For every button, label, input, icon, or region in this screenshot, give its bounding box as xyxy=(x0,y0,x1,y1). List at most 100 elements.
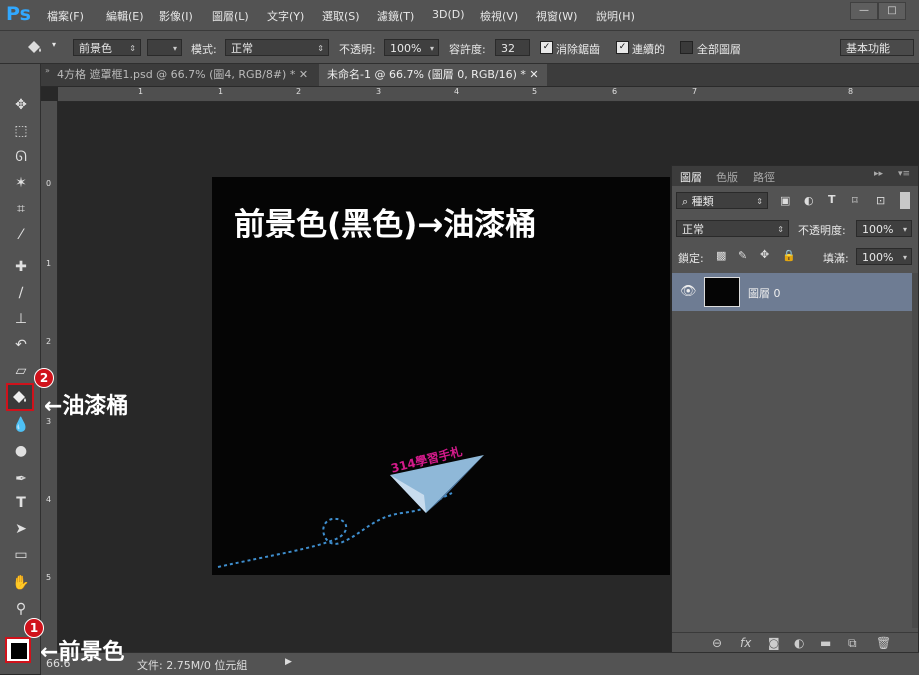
filter-shape-icon[interactable]: ⌑ xyxy=(852,194,858,207)
mode-dropdown[interactable]: 正常 ⇕ xyxy=(225,39,329,56)
shape-tool-icon[interactable]: ▭ xyxy=(10,544,32,566)
paint-bucket-tool-icon[interactable] xyxy=(6,383,34,411)
blend-mode-dropdown[interactable]: 正常 ⇕ xyxy=(676,220,789,237)
crop-tool-icon[interactable]: ⌗ xyxy=(10,198,32,220)
filter-smart-object-icon[interactable]: ⊡ xyxy=(876,194,885,207)
brush-tool-icon[interactable]: ∕ xyxy=(10,282,32,304)
workspace-button[interactable]: 基本功能 xyxy=(840,39,914,56)
lock-image-icon[interactable]: ✎ xyxy=(738,249,747,262)
path-selection-tool-icon[interactable]: ➤ xyxy=(10,518,32,540)
eyedropper-tool-icon[interactable]: ⁄ xyxy=(10,224,32,246)
hand-tool-icon[interactable]: ✋ xyxy=(10,572,32,594)
tab-document-2[interactable]: 未命名-1 @ 66.7% (圖層 0, RGB/16) * ✕ xyxy=(319,64,547,86)
menu-file[interactable]: 檔案(F) xyxy=(47,8,84,24)
foreground-color-fill xyxy=(10,642,28,660)
chevron-icon: ⇕ xyxy=(777,225,784,234)
menu-image[interactable]: 影像(I) xyxy=(159,8,193,24)
zoom-tool-icon[interactable]: ⚲ xyxy=(10,598,32,620)
ruler-tick: 2 xyxy=(46,337,52,346)
tab-document-1[interactable]: 4方格 遮罩框1.psd @ 66.7% (圖4, RGB/8#) * ✕ xyxy=(49,64,316,86)
tab-layers[interactable]: 圖層 xyxy=(680,169,702,185)
tools-panel: ✥ ⬚ ᘏ ✶ ⌗ ⁄ ✚ ∕ ⊥ ↶ ▱ 💧 ● ✒ T ➤ ▭ ✋ ⚲ xyxy=(0,64,41,674)
tab-paths[interactable]: 路徑 xyxy=(753,169,775,185)
maximize-button[interactable]: □ xyxy=(878,2,906,20)
foreground-color-swatch[interactable] xyxy=(5,637,31,663)
blur-tool-icon[interactable]: 💧 xyxy=(10,414,32,436)
contiguous-label: 連續的 xyxy=(632,43,665,56)
menu-filter[interactable]: 濾鏡(T) xyxy=(377,8,414,24)
new-layer-icon[interactable]: ⧉ xyxy=(848,636,857,651)
visibility-eye-icon[interactable]: 👁 xyxy=(680,284,697,299)
link-layers-icon[interactable]: ⊖ xyxy=(712,636,722,650)
layer-opacity-input[interactable]: 100% ▾ xyxy=(856,220,912,237)
fill-input[interactable]: 100% ▾ xyxy=(856,248,912,265)
ruler-tick: 4 xyxy=(46,495,52,504)
close-icon[interactable]: ✕ xyxy=(299,68,308,81)
preset-dropdown-arrow[interactable]: ▾ xyxy=(52,40,56,49)
delete-layer-icon[interactable]: 🗑 xyxy=(876,636,891,650)
antialias-label: 消除鋸齒 xyxy=(556,43,600,56)
layer-row[interactable]: 👁 圖層 0 xyxy=(672,273,912,311)
move-tool-icon[interactable]: ✥ xyxy=(10,94,32,116)
panel-menu-icon[interactable]: ▾≡ xyxy=(898,169,910,179)
layer-filter-dropdown[interactable]: ⌕ 種類 ⇕ xyxy=(676,192,768,209)
close-icon[interactable]: ✕ xyxy=(529,68,538,81)
ruler-tick: 6 xyxy=(612,87,618,96)
chevron-icon: ⇕ xyxy=(129,44,136,53)
menu-layer[interactable]: 圖層(L) xyxy=(212,8,249,24)
tolerance-label: 容許度: xyxy=(449,43,486,56)
healing-brush-tool-icon[interactable]: ✚ xyxy=(10,256,32,278)
lock-transparent-icon[interactable]: ▩ xyxy=(716,249,726,262)
menu-type[interactable]: 文字(Y) xyxy=(267,8,304,24)
pen-tool-icon[interactable]: ✒ xyxy=(10,468,32,490)
menu-help[interactable]: 說明(H) xyxy=(596,8,635,24)
filter-type-icon[interactable]: T xyxy=(828,193,836,206)
pattern-picker[interactable]: ▾ xyxy=(147,39,182,56)
layer-thumbnail xyxy=(704,277,740,307)
status-menu-arrow-icon[interactable]: ▶ xyxy=(285,657,292,667)
ruler-tick: 1 xyxy=(218,87,224,96)
contiguous-checkbox[interactable]: ✓ xyxy=(616,41,629,54)
document-canvas[interactable]: 前景色(黑色)→油漆桶 314學習手札 xyxy=(212,177,670,575)
filter-adjustment-icon[interactable]: ◐ xyxy=(804,194,814,207)
fill-source-dropdown[interactable]: 前景色 ⇕ xyxy=(73,39,141,56)
eraser-tool-icon[interactable]: ▱ xyxy=(10,360,32,382)
tab-document-1-label: 4方格 遮罩框1.psd @ 66.7% (圖4, RGB/8#) * xyxy=(57,68,296,81)
menu-3d[interactable]: 3D(D) xyxy=(432,8,465,21)
opacity-label: 不透明: xyxy=(339,43,376,56)
document-tabs: » 4方格 遮罩框1.psd @ 66.7% (圖4, RGB/8#) * ✕ … xyxy=(41,64,919,87)
menu-view[interactable]: 檢視(V) xyxy=(480,8,518,24)
layer-opacity-label: 不透明度: xyxy=(798,224,846,237)
tolerance-input[interactable]: 32 xyxy=(495,39,530,56)
filter-pixel-icon[interactable]: ▣ xyxy=(780,194,790,207)
lasso-tool-icon[interactable]: ᘏ xyxy=(10,146,32,168)
magic-wand-tool-icon[interactable]: ✶ xyxy=(10,172,32,194)
antialias-checkbox[interactable]: ✓ xyxy=(540,41,553,54)
dodge-tool-icon[interactable]: ● xyxy=(10,440,32,462)
lock-position-icon[interactable]: ✥ xyxy=(760,248,769,261)
type-tool-icon[interactable]: T xyxy=(10,492,32,514)
menu-window[interactable]: 視窗(W) xyxy=(536,8,577,24)
layer-style-icon[interactable]: fx xyxy=(740,636,751,650)
marquee-tool-icon[interactable]: ⬚ xyxy=(10,120,32,142)
all-layers-checkbox[interactable] xyxy=(680,41,693,54)
menu-select[interactable]: 選取(S) xyxy=(322,8,360,24)
filter-toggle[interactable] xyxy=(900,192,910,209)
history-brush-tool-icon[interactable]: ↶ xyxy=(10,334,32,356)
lock-all-icon[interactable]: 🔒 xyxy=(782,249,796,262)
tab-channels[interactable]: 色版 xyxy=(716,169,738,185)
adjustment-layer-icon[interactable]: ◐ xyxy=(794,636,804,650)
layer-mask-icon[interactable]: ◙ xyxy=(768,636,780,650)
fill-value: 100% xyxy=(862,251,894,264)
menu-edit[interactable]: 編輯(E) xyxy=(106,8,144,24)
panel-collapse-icon[interactable]: ▸▸ xyxy=(874,169,883,179)
opacity-input[interactable]: 100% ▾ xyxy=(384,39,439,56)
app-logo: Ps xyxy=(6,3,31,25)
new-group-icon[interactable]: ▬ xyxy=(820,636,831,650)
minimize-button[interactable]: — xyxy=(850,2,878,20)
stamp-tool-icon[interactable]: ⊥ xyxy=(10,308,32,330)
lock-label: 鎖定: xyxy=(678,252,704,265)
paint-bucket-preset-icon[interactable] xyxy=(24,37,46,57)
layers-scrollbar[interactable] xyxy=(912,273,918,628)
layers-panel: 圖層 色版 路徑 ▸▸ ▾≡ ⌕ 種類 ⇕ ▣ ◐ T ⌑ ⊡ 正常 ⇕ 不透明度:… xyxy=(671,165,919,653)
